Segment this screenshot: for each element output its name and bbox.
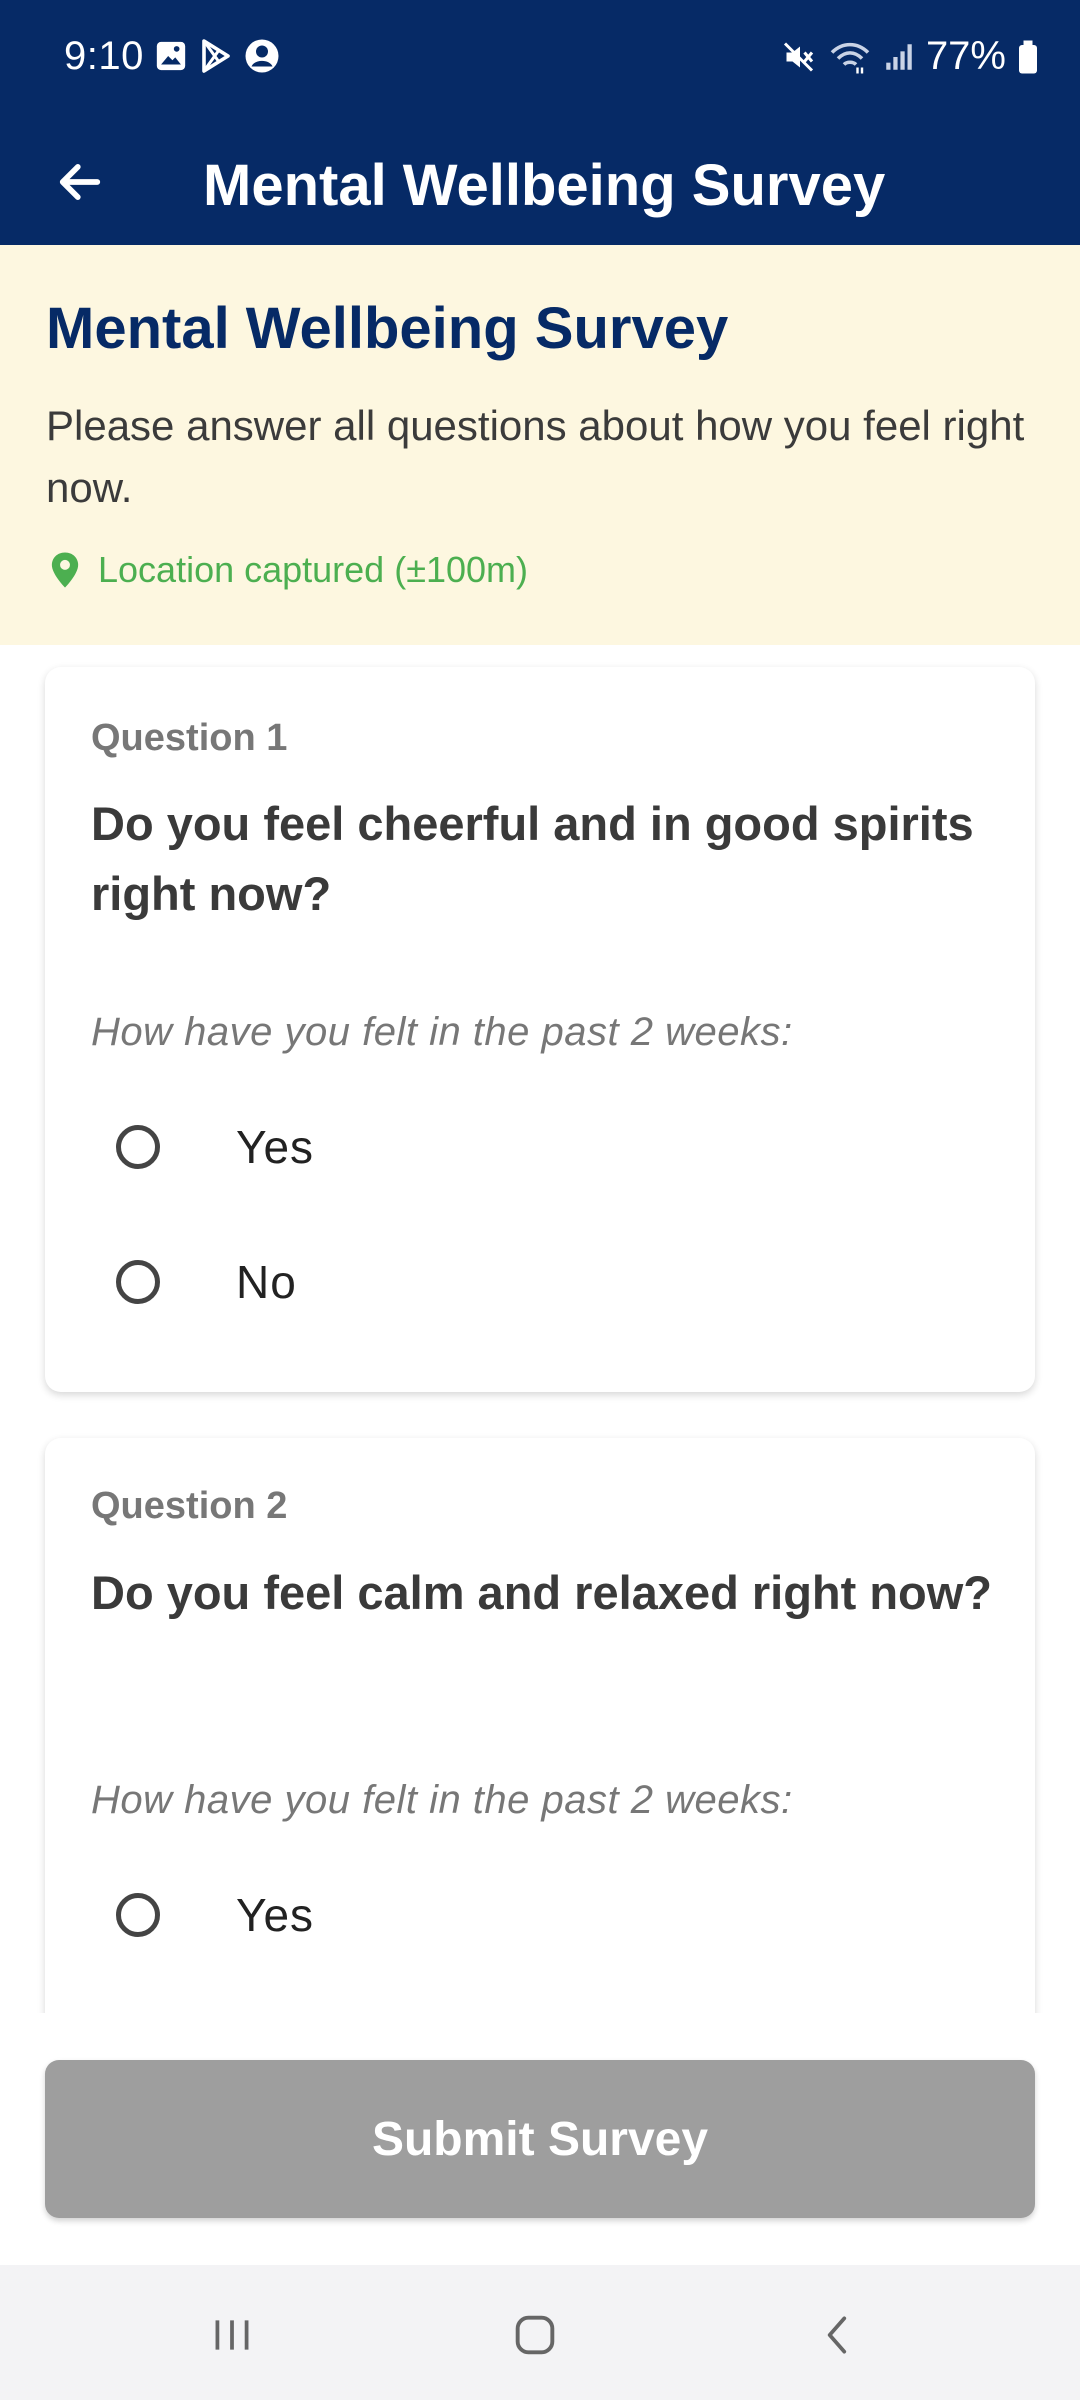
recent-apps-icon [215,2320,249,2350]
option-yes[interactable]: Yes [75,1855,1005,1975]
question-number: Question 1 [91,717,288,759]
recent-apps-button[interactable] [192,2295,272,2375]
system-navigation-bar [0,2265,1080,2400]
question-hint: How have you felt in the past 2 weeks: [91,1778,793,1822]
question-text: Do you feel calm and relaxed right now? [91,1566,993,1619]
option-yes[interactable]: Yes [75,1087,1005,1207]
back-button[interactable] [40,142,120,222]
question-text: Do you feel cheerful and in good spirits… [91,797,974,920]
location-status-text: Location captured (±100m) [98,549,528,590]
home-icon [515,2315,555,2355]
status-bar: 9:10 77% [0,0,1080,122]
app-bar: Mental Wellbeing Survey [0,122,1080,245]
location-pin-icon [51,552,79,588]
survey-description: Please answer all questions about how yo… [46,402,1025,511]
question-hint: How have you felt in the past 2 weeks: [91,1010,793,1054]
question-number: Question 2 [91,1485,288,1527]
home-button[interactable] [495,2295,575,2375]
play-store-icon [202,39,230,73]
status-notification-icons [154,38,280,74]
option-label: Yes [236,1121,315,1173]
location-status: Location captured (±100m) [50,549,528,591]
arrow-left-icon [59,164,101,200]
survey-header-banner: Mental Wellbeing Survey Please answer al… [0,245,1080,645]
app-bar-title: Mental Wellbeing Survey [203,153,886,218]
status-system-icons: 77% [782,34,1040,79]
submit-survey-button[interactable]: Submit Survey [45,2060,1035,2218]
back-icon [827,2316,847,2354]
wifi-icon [830,42,870,73]
account-icon [245,39,279,73]
radio-button[interactable] [116,1893,160,1937]
gallery-icon [156,41,186,71]
nav-back-button[interactable] [798,2295,878,2375]
question-card: Question 1 Do you feel cheerful and in g… [45,667,1035,1392]
mute-icon [783,41,814,72]
battery-percentage: 77% [925,34,1006,78]
option-label: Yes [236,1889,315,1941]
signal-icon [886,43,912,70]
option-label: No [236,1256,297,1308]
radio-button[interactable] [116,1125,160,1169]
option-no[interactable]: No [75,1222,1005,1342]
survey-title: Mental Wellbeing Survey [46,296,729,361]
radio-button[interactable] [116,1260,160,1304]
question-card: Question 2 Do you feel calm and relaxed … [45,1438,1035,2013]
battery-icon [1019,40,1037,73]
questions-list[interactable]: Question 1 Do you feel cheerful and in g… [0,645,1080,2013]
status-time: 9:10 [64,34,144,78]
